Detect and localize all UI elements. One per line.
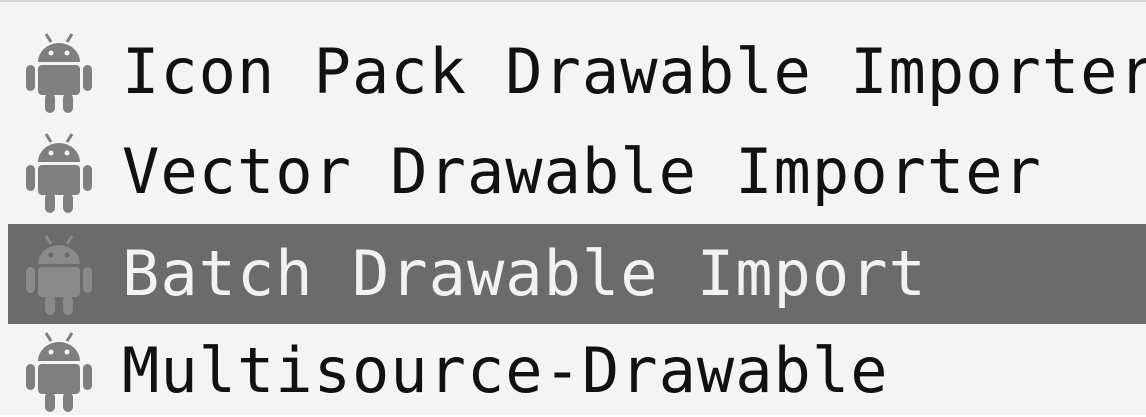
menu-item-multisource-drawable[interactable]: Multisource-Drawable [8, 324, 1146, 417]
menu-item-vector-drawable-importer[interactable]: Vector Drawable Importer [8, 122, 1146, 222]
android-icon [24, 232, 94, 316]
menu-item-batch-drawable-import[interactable]: Batch Drawable Import [8, 224, 1146, 324]
android-icon [24, 329, 94, 413]
menu-item-label: Vector Drawable Importer [122, 135, 1042, 208]
menu-item-label: Icon Pack Drawable Importer [122, 35, 1146, 108]
menu-item-label: Multisource-Drawable [122, 333, 889, 407]
menu-item-icon-pack-drawable-importer[interactable]: Icon Pack Drawable Importer [8, 22, 1146, 122]
context-menu: Icon Pack Drawable Importer Vector Drawa… [0, 0, 1146, 415]
android-icon [24, 130, 94, 214]
menu-item-label: Batch Drawable Import [122, 237, 927, 310]
android-icon [24, 30, 94, 114]
